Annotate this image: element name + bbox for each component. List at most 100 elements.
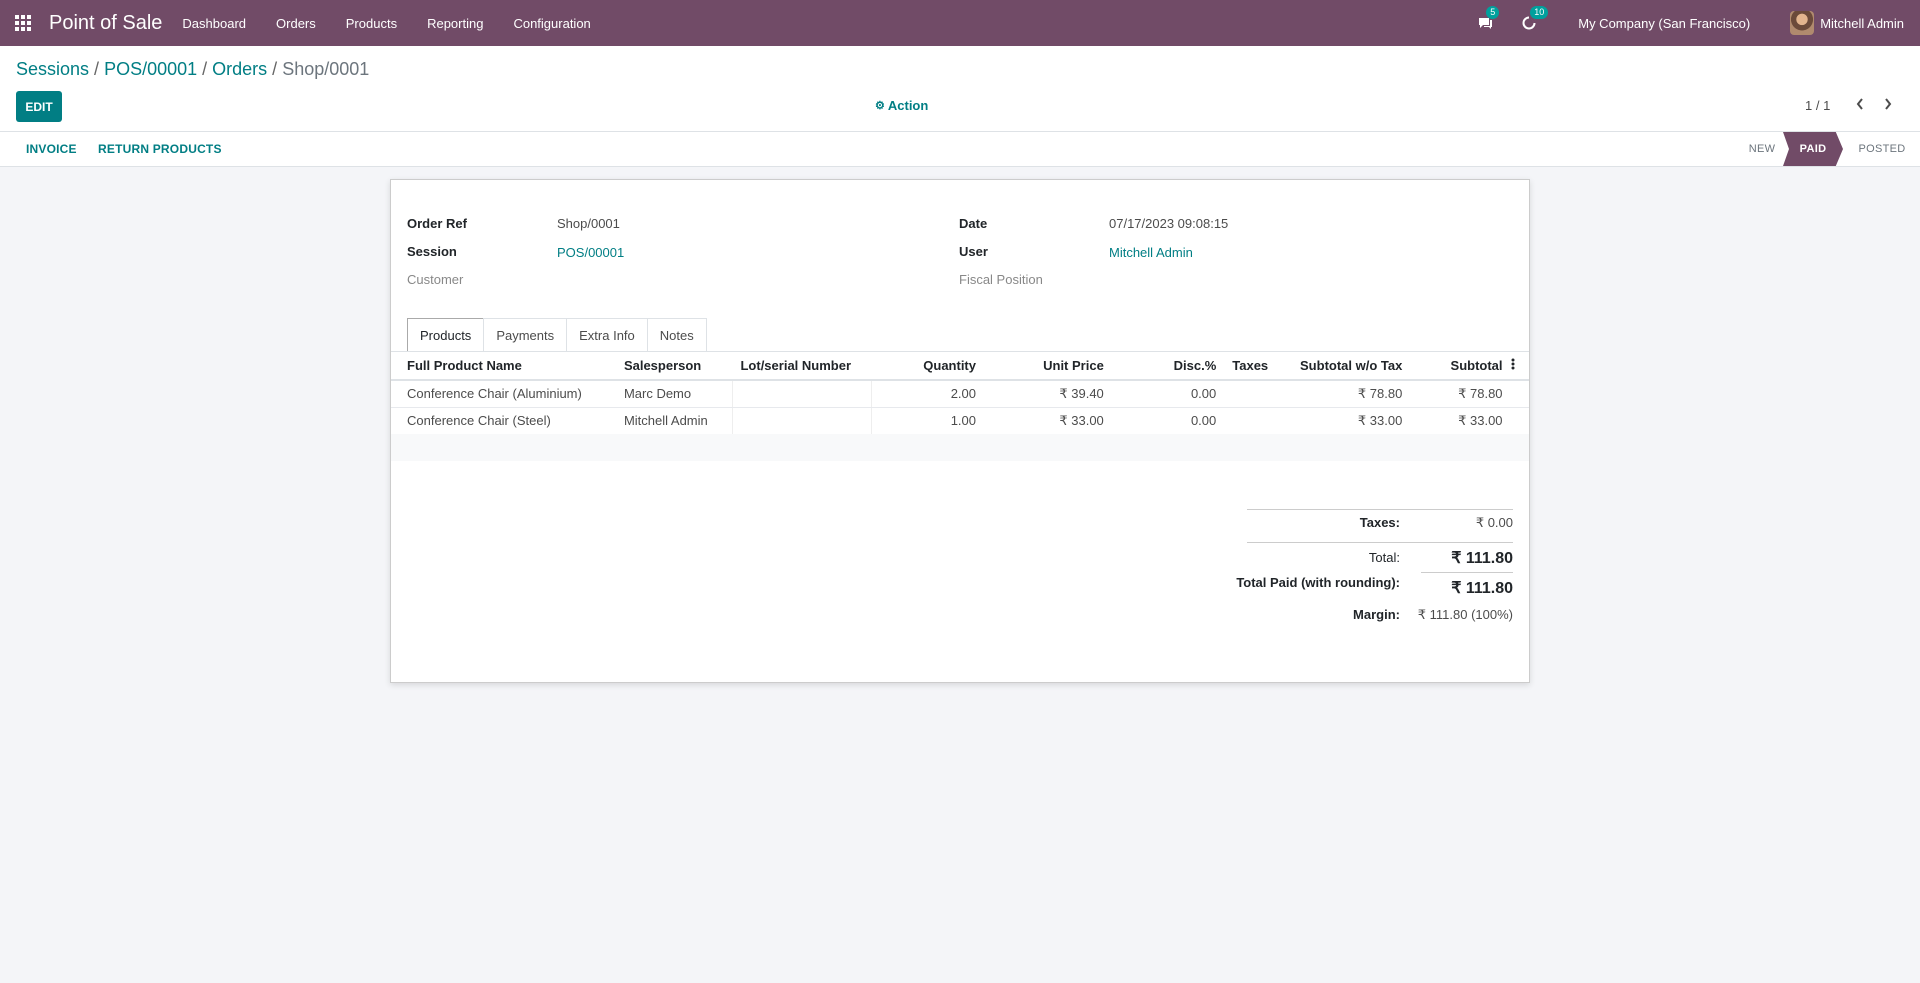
breadcrumb-sessions[interactable]: Sessions <box>16 59 89 80</box>
statusbar: INVOICE RETURN PRODUCTS NEW PAID POSTED <box>0 132 1920 167</box>
col-salesperson[interactable]: Salesperson <box>615 352 733 381</box>
col-discount[interactable]: Disc.% <box>1111 352 1225 381</box>
messages-icon[interactable]: 5 <box>1476 6 1500 32</box>
total-paid-value: ₹ 111.80 <box>1451 580 1513 597</box>
breadcrumb: Sessions / POS/00001 / Orders / Shop/000… <box>16 59 369 80</box>
top-navbar: Point of Sale Dashboard Orders Products … <box>0 0 1920 46</box>
cell-subtotal-wo-tax: ₹ 33.00 <box>1285 407 1411 435</box>
order-lines-table: Full Product Name Salesperson Lot/serial… <box>391 352 1529 435</box>
col-subtotal[interactable]: Subtotal <box>1410 352 1511 381</box>
breadcrumb-session[interactable]: POS/00001 <box>104 59 197 80</box>
date-value: 07/17/2023 09:08:15 <box>1109 216 1229 231</box>
pager-previous-icon[interactable] <box>1850 94 1870 114</box>
avatar <box>1790 11 1815 35</box>
cell-taxes <box>1224 407 1286 435</box>
pager-next-icon[interactable] <box>1878 94 1898 114</box>
tab-extra-info[interactable]: Extra Info <box>566 318 648 352</box>
margin-value: ₹ 111.80 (100%) <box>1417 607 1513 622</box>
cell-subtotal-wo-tax: ₹ 78.80 <box>1285 380 1411 408</box>
user-menu[interactable]: Mitchell Admin <box>1790 11 1904 35</box>
tab-products[interactable]: Products <box>407 318 485 352</box>
cell-taxes <box>1224 380 1286 408</box>
cell-empty <box>1510 407 1529 435</box>
optional-columns-icon[interactable] <box>1510 352 1529 381</box>
totals-divider <box>1247 509 1513 510</box>
menu-reporting[interactable]: Reporting <box>427 16 483 31</box>
breadcrumb-separator: / <box>202 59 208 79</box>
cell-lot-serial <box>731 380 873 408</box>
company-switcher[interactable]: My Company (San Francisco) <box>1578 16 1750 31</box>
stage-paid[interactable]: PAID <box>1783 132 1843 166</box>
menu-configuration[interactable]: Configuration <box>513 16 590 31</box>
cell-discount: 0.00 <box>1111 380 1225 408</box>
grand-total-label: Total: <box>1368 550 1400 565</box>
activities-icon[interactable]: 10 <box>1520 6 1549 32</box>
apps-menu-icon[interactable] <box>0 0 46 46</box>
order-ref-value: Shop/0001 <box>557 216 620 231</box>
cell-product-name: Conference Chair (Aluminium) <box>391 380 616 408</box>
table-header-row: Full Product Name Salesperson Lot/serial… <box>391 352 1529 381</box>
activities-badge: 10 <box>1530 6 1549 19</box>
tab-payments[interactable]: Payments <box>483 318 568 352</box>
order-ref-label: Order Ref <box>407 216 467 231</box>
user-label: User <box>959 244 988 259</box>
gear-icon: ⚙ <box>875 100 885 112</box>
col-taxes[interactable]: Taxes <box>1224 352 1286 381</box>
action-label: Action <box>887 98 929 113</box>
menu-dashboard[interactable]: Dashboard <box>182 16 246 31</box>
empty-table-row <box>391 434 1529 461</box>
total-paid-label: Total Paid (with rounding): <box>1236 575 1400 590</box>
app-title[interactable]: Point of Sale <box>49 12 162 35</box>
control-panel: Sessions / POS/00001 / Orders / Shop/000… <box>0 46 1920 132</box>
cell-salesperson: Mitchell Admin <box>615 407 733 435</box>
fiscal-position-label: Fiscal Position <box>959 272 1043 287</box>
col-subtotal-wo-tax[interactable]: Subtotal w/o Tax <box>1285 352 1411 381</box>
cell-quantity: 2.00 <box>871 380 984 408</box>
cell-unit-price: ₹ 33.00 <box>984 407 1112 435</box>
customer-value <box>557 272 757 288</box>
return-products-button[interactable]: RETURN PRODUCTS <box>98 142 222 156</box>
cell-lot-serial <box>731 407 873 435</box>
col-product-name[interactable]: Full Product Name <box>391 352 616 381</box>
grand-total-value: ₹ 111.80 <box>1451 550 1513 567</box>
notebook-tabs: Products Payments Extra Info Notes <box>407 318 707 352</box>
invoice-button[interactable]: INVOICE <box>26 142 77 156</box>
action-menu-button[interactable]: ⚙ Action <box>875 98 928 113</box>
taxes-total-label: Taxes: <box>1359 515 1400 530</box>
table-row[interactable]: Conference Chair (Aluminium) Marc Demo 2… <box>391 380 1529 408</box>
menu-products[interactable]: Products <box>346 16 397 31</box>
pager-value[interactable]: 1 / 1 <box>1805 98 1830 113</box>
table-row[interactable]: Conference Chair (Steel) Mitchell Admin … <box>391 407 1529 435</box>
col-unit-price[interactable]: Unit Price <box>984 352 1112 381</box>
stage-posted[interactable]: POSTED <box>1850 132 1914 166</box>
cell-unit-price: ₹ 39.40 <box>984 380 1112 408</box>
taxes-total-value: ₹ 0.00 <box>1475 515 1513 530</box>
breadcrumb-orders[interactable]: Orders <box>212 59 267 80</box>
cell-discount: 0.00 <box>1111 407 1225 435</box>
user-link[interactable]: Mitchell Admin <box>1109 245 1193 260</box>
session-link[interactable]: POS/00001 <box>557 245 624 260</box>
breadcrumb-separator: / <box>272 59 278 79</box>
cell-salesperson: Marc Demo <box>615 380 733 408</box>
breadcrumb-current: Shop/0001 <box>282 59 370 79</box>
col-lot-serial[interactable]: Lot/serial Number <box>732 352 872 381</box>
messages-badge: 5 <box>1486 6 1500 19</box>
margin-label: Margin: <box>1353 607 1400 622</box>
menu-orders[interactable]: Orders <box>276 16 316 31</box>
cell-subtotal: ₹ 78.80 <box>1410 380 1511 408</box>
order-form-sheet: Order Ref Shop/0001 Session POS/00001 Cu… <box>390 179 1530 683</box>
customer-label: Customer <box>407 272 464 287</box>
cell-empty <box>1510 380 1529 408</box>
breadcrumb-separator: / <box>94 59 100 79</box>
col-quantity[interactable]: Quantity <box>871 352 984 381</box>
cell-subtotal: ₹ 33.00 <box>1410 407 1511 435</box>
edit-button[interactable]: EDIT <box>16 91 62 122</box>
cell-quantity: 1.00 <box>871 407 984 435</box>
user-name: Mitchell Admin <box>1820 15 1904 31</box>
date-label: Date <box>959 216 988 231</box>
stage-new[interactable]: NEW <box>1740 132 1784 166</box>
cell-product-name: Conference Chair (Steel) <box>391 407 616 435</box>
tab-notes[interactable]: Notes <box>646 318 707 352</box>
totals-divider <box>1421 572 1513 573</box>
totals-divider <box>1247 542 1513 543</box>
